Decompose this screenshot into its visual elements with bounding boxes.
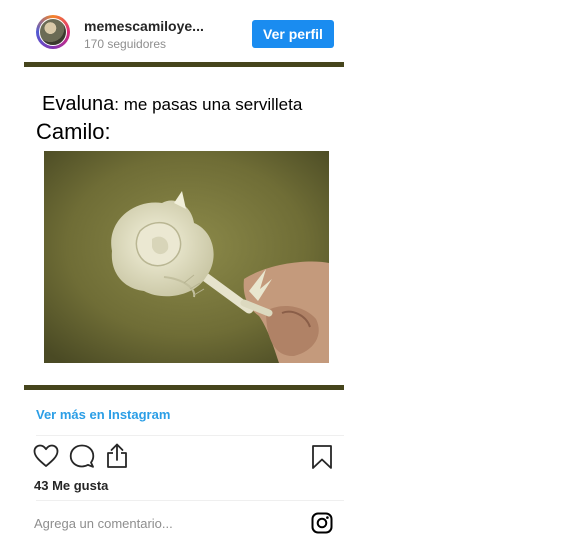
view-profile-button[interactable]: Ver perfil — [252, 20, 334, 48]
username[interactable]: memescamiloye... — [84, 18, 204, 34]
instagram-embed-card: memescamiloye... 170 seguidores Ver perf… — [24, 0, 344, 546]
divider — [36, 435, 344, 436]
comment-input[interactable]: Agrega un comentario... — [34, 516, 173, 531]
meme-speaker-evaluna: Evaluna — [42, 93, 115, 115]
comment-icon[interactable] — [69, 444, 95, 469]
share-icon[interactable] — [105, 443, 129, 469]
instagram-icon[interactable] — [311, 512, 333, 534]
heart-icon[interactable] — [33, 444, 59, 468]
divider — [36, 500, 344, 501]
meme-line1-text: : me pasas una servilleta — [114, 95, 303, 114]
like-count[interactable]: 43 Me gusta — [34, 478, 108, 493]
meme-caption-line1: Evaluna: me pasas una servilleta — [42, 93, 302, 116]
meme-caption-line2: Camilo: — [36, 119, 111, 144]
view-more-on-instagram-link[interactable]: Ver más en Instagram — [36, 407, 170, 422]
avatar[interactable] — [36, 15, 70, 49]
meme-bottom-bar — [24, 385, 344, 390]
post-image[interactable]: Evaluna: me pasas una servilleta Camilo: — [24, 67, 344, 385]
post-header: memescamiloye... 170 seguidores Ver perf… — [24, 0, 344, 62]
tissue-rose-photo — [44, 151, 329, 363]
follower-count: 170 seguidores — [84, 37, 167, 51]
bookmark-icon[interactable] — [311, 444, 333, 470]
